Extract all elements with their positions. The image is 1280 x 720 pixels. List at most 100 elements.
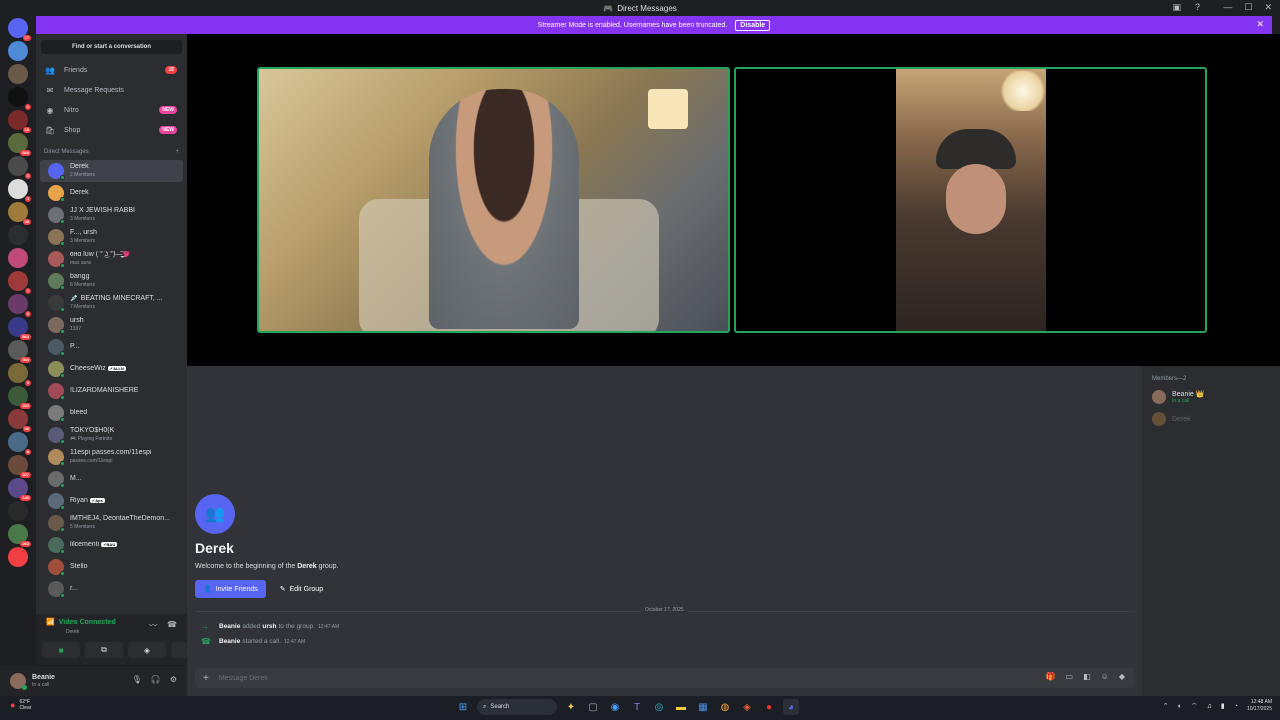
store-icon[interactable]: ▦	[695, 699, 711, 715]
gif-icon[interactable]: ▭	[1066, 672, 1074, 681]
server-icon[interactable]	[8, 64, 28, 84]
server-icon[interactable]	[8, 501, 28, 521]
chevron-up-icon[interactable]: ⌃	[1163, 702, 1169, 710]
add-attachment-icon[interactable]: +	[203, 673, 209, 684]
wifi-icon[interactable]: ⌔	[1191, 702, 1198, 711]
video-tile[interactable]	[257, 67, 730, 333]
video-tile[interactable]	[734, 67, 1207, 333]
message-input[interactable]	[218, 674, 979, 682]
dm-item[interactable]: CheeseWiz ✔ALLN	[40, 358, 183, 380]
dm-item[interactable]: TOKYO$H0(K 🎮 Playing Fortnite	[40, 424, 183, 446]
dm-item[interactable]: bangg 8 Members	[40, 270, 183, 292]
taskbar-search[interactable]: ⌕ Search	[477, 699, 557, 715]
dm-item[interactable]: M...	[40, 468, 183, 490]
emoji-icon[interactable]: ☺	[1101, 672, 1109, 681]
close-icon[interactable]: ✕	[1264, 2, 1272, 13]
dm-item[interactable]: F..., ursh 3 Members	[40, 226, 183, 248]
server-icon[interactable]: 263	[8, 386, 31, 409]
server-icon[interactable]	[8, 248, 28, 268]
teams-icon[interactable]: T	[629, 699, 645, 715]
find-conversation-button[interactable]: Find or start a conversation	[41, 40, 182, 54]
server-icon[interactable]: 327	[8, 455, 31, 478]
headphones-icon[interactable]: 🎧	[151, 675, 161, 684]
server-icon[interactable]: 8	[8, 432, 31, 455]
app-icon[interactable]: ●	[761, 699, 777, 715]
inbox-icon[interactable]: ▣	[1172, 2, 1181, 13]
activity-button[interactable]: ◈	[128, 642, 166, 658]
app-tray-icon[interactable]: ◐	[1178, 703, 1182, 710]
server-icon[interactable]: 3	[8, 156, 31, 179]
task-view-icon[interactable]: ▢	[585, 699, 601, 715]
nav-item-friends[interactable]: 👥 Friends 16	[36, 60, 187, 80]
edit-group-button[interactable]: ✎ Edit Group	[272, 580, 331, 598]
dm-item[interactable]: !LIZARDMANISHERE	[40, 380, 183, 402]
chrome-icon[interactable]: ◍	[717, 699, 733, 715]
copilot-icon[interactable]: ◉	[607, 699, 623, 715]
server-icon[interactable]	[8, 225, 28, 245]
server-icon[interactable]: 1	[8, 271, 31, 294]
member-item[interactable]: Derek	[1152, 412, 1191, 426]
dm-item[interactable]: 11espi passes.com/11espi passes.com/11esp…	[40, 446, 183, 468]
dm-item[interactable]: JJ X JEWISH RABBI 3 Members	[40, 204, 183, 226]
volume-icon[interactable]: ♫	[1207, 703, 1212, 710]
member-item[interactable]: Beanie 👑 In a call	[1152, 390, 1204, 404]
help-icon[interactable]: ?	[1195, 2, 1200, 13]
settings-gear-icon[interactable]: ⚙	[170, 675, 177, 684]
dm-item[interactable]: ɞʜɑ lʊw ( ͡° ͜ʖ ͡°)—̳͟͞͞💗 max aura	[40, 248, 183, 270]
minimize-icon[interactable]: —	[1223, 2, 1232, 13]
server-icon[interactable]: 3	[8, 179, 31, 202]
dm-item[interactable]: lilcementi ✔BAU	[40, 534, 183, 556]
home-button[interactable]: 17	[8, 18, 31, 41]
disable-streamer-mode-button[interactable]: Disable	[735, 19, 771, 31]
app-icon[interactable]: ◈	[739, 699, 755, 715]
dm-item[interactable]: Riyan ✔Apx	[40, 490, 183, 512]
dm-item[interactable]: IMTHEJ4, DeontaeTheDemon... 5 Members	[40, 512, 183, 534]
invite-friends-button[interactable]: 👤 Invite Friends	[195, 580, 266, 598]
server-icon[interactable]: 1	[8, 87, 31, 110]
edge-icon[interactable]: ◎	[651, 699, 667, 715]
dm-item[interactable]: ursh 1337	[40, 314, 183, 336]
server-icon[interactable]	[8, 41, 28, 61]
tray-icon[interactable]: ◔	[1234, 703, 1238, 710]
dm-item[interactable]: 💉 BEATING MINECRAFT, ... 7 Members	[40, 292, 183, 314]
dm-item[interactable]: Stello	[40, 556, 183, 578]
gift-icon[interactable]: 🎁	[1046, 672, 1056, 681]
server-icon[interactable]: 36	[8, 409, 31, 432]
server-icon[interactable]: 16	[8, 110, 31, 133]
disconnect-icon[interactable]: ☎	[167, 620, 177, 631]
sticker-icon[interactable]: ◧	[1083, 672, 1091, 681]
nav-item-message-requests[interactable]: ✉ Message Requests	[36, 80, 187, 100]
folder-icon[interactable]: ▬	[673, 699, 689, 715]
discord-icon[interactable]: ◕	[783, 699, 799, 715]
start-icon[interactable]: ⊞	[455, 699, 471, 715]
close-banner-icon[interactable]: ✕	[1256, 19, 1264, 30]
maximize-icon[interactable]: ☐	[1244, 2, 1252, 13]
server-icon[interactable]: 9	[8, 363, 31, 386]
battery-icon[interactable]: ▮	[1221, 702, 1225, 710]
server-icon[interactable]: 364	[8, 340, 31, 363]
dm-item[interactable]: r...	[40, 578, 183, 600]
screen-share-button[interactable]: ⧉	[85, 642, 123, 658]
avatar[interactable]	[10, 673, 27, 690]
server-icon[interactable]: 35	[8, 202, 31, 225]
nav-item-shop[interactable]: 🛍 Shop NEW	[36, 120, 187, 140]
server-icon[interactable]: 6	[8, 294, 31, 317]
widget-icon[interactable]: ✦	[563, 699, 579, 715]
server-icon[interactable]: 146	[8, 478, 31, 501]
dm-item[interactable]: Derek 2 Members	[40, 160, 183, 182]
nav-item-nitro[interactable]: ◉ Nitro NEW	[36, 100, 187, 120]
server-icon[interactable]: 864	[8, 317, 31, 340]
dm-item[interactable]: bleed	[40, 402, 183, 424]
dm-item[interactable]: Derek	[40, 182, 183, 204]
server-icon[interactable]	[8, 547, 28, 567]
server-icon[interactable]: 263	[8, 524, 31, 547]
camera-button[interactable]: ■	[42, 642, 80, 658]
server-icon[interactable]: 404	[8, 133, 31, 156]
weather-widget[interactable]: ● 62°F Clear	[10, 699, 31, 711]
clock[interactable]: 12:48 AM 10/17/2025	[1247, 699, 1272, 713]
microphone-icon[interactable]: 🎙	[132, 675, 142, 684]
dm-item[interactable]: P...	[40, 336, 183, 358]
apps-icon[interactable]: ◆	[1119, 672, 1125, 681]
create-dm-icon[interactable]: +	[175, 149, 179, 155]
noise-suppression-icon[interactable]: 〰	[149, 620, 157, 631]
